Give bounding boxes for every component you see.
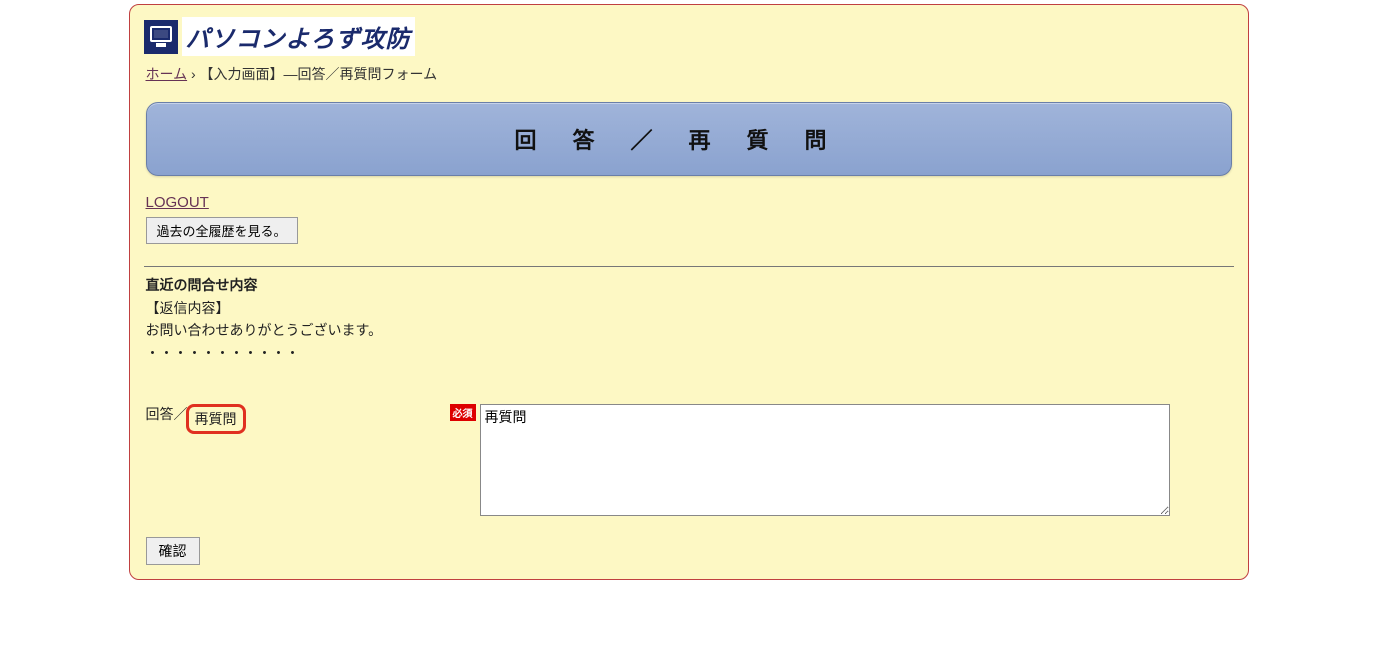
breadcrumb-separator: › [191,66,196,82]
logo-icon [144,20,178,54]
form-label-prefix: 回答／ [146,404,188,424]
confirm-button[interactable]: 確認 [146,537,200,565]
reply-body-line2: ・・・・・・・・・・・ [146,342,1234,364]
logout-link[interactable]: LOGOUT [146,194,209,211]
form-label-highlight: 再質問 [186,404,246,434]
reply-heading: 【返信内容】 [146,297,1234,319]
breadcrumb-home-link[interactable]: ホーム [146,66,188,82]
banner-title: 回答／再質問 [514,128,862,153]
page-container: パソコンよろず攻防 ホーム › 【入力画面】―回答／再質問フォーム 回答／再質問… [129,4,1249,580]
view-history-button[interactable]: 過去の全履歴を見る。 [146,217,298,244]
required-badge: 必須 [450,404,476,421]
divider [144,266,1234,267]
breadcrumb: ホーム › 【入力画面】―回答／再質問フォーム [146,64,1234,84]
logo-row: パソコンよろず攻防 [144,17,1234,56]
page-banner: 回答／再質問 [146,102,1232,176]
reply-block: 【返信内容】 お問い合わせありがとうございます。 ・・・・・・・・・・・ [146,297,1234,364]
reply-body-line1: お問い合わせありがとうございます。 [146,319,1234,341]
breadcrumb-current: 【入力画面】―回答／再質問フォーム [200,66,438,82]
answer-textarea[interactable] [480,404,1170,516]
form-row: 回答／ 再質問 必須 [146,404,1234,519]
form-input-col: 必須 [450,404,1170,519]
inquiry-section-title: 直近の問合せ内容 [146,275,1234,295]
form-label: 回答／ 再質問 [146,404,446,434]
logo-text: パソコンよろず攻防 [182,17,415,56]
